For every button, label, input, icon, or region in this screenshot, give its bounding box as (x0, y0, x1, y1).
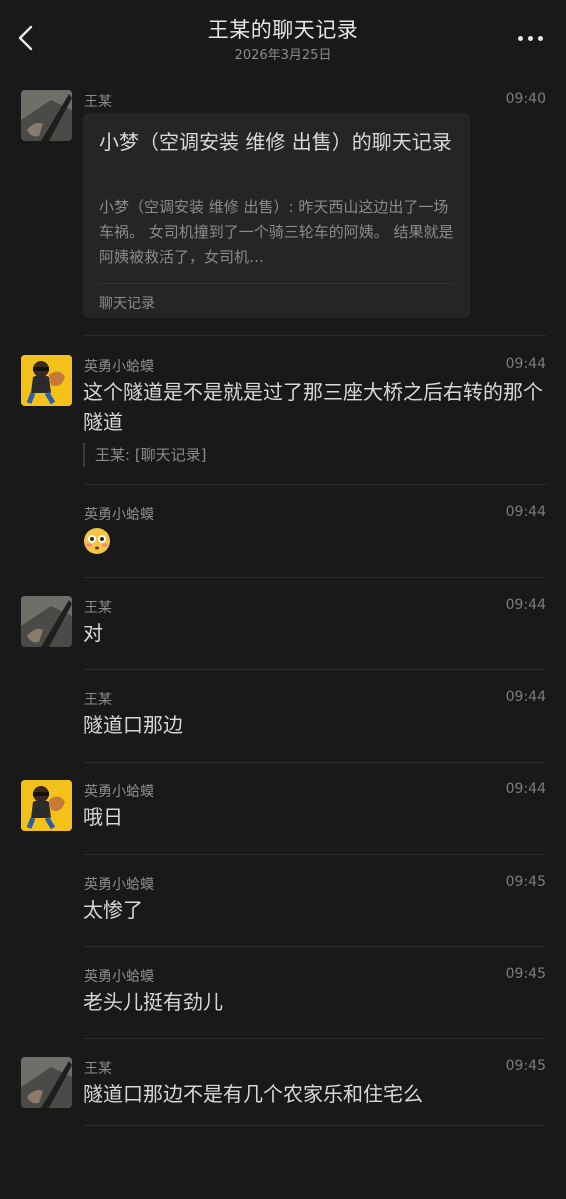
message-time: 09:44 (505, 689, 546, 705)
message-time: 09:45 (505, 966, 546, 982)
sender-name: 英勇小蛤蟆 (84, 507, 154, 523)
card-preview: 小梦（空调安装 维修 出售）: 昨天西山这边出了一场车祸。 女司机撞到了一个骑三… (99, 198, 454, 266)
message-divider (83, 669, 546, 670)
card-title: 小梦（空调安装 维修 出售）的聊天记录 (99, 130, 452, 154)
message-text: 老头儿挺有劲儿 (83, 990, 223, 1014)
card-divider (99, 283, 454, 284)
message-time: 09:40 (505, 91, 546, 107)
message-time: 09:44 (505, 356, 546, 372)
message-time: 09:45 (505, 1058, 546, 1074)
avatar-frog-image (21, 355, 72, 406)
chat-header: 王某的聊天记录 2026年3月25日 (0, 0, 566, 78)
quoted-message[interactable]: 王某: [聊天记录] (83, 443, 207, 467)
message-divider (83, 484, 546, 485)
sender-name: 英勇小蛤蟆 (84, 877, 154, 893)
flushed-face-icon (84, 528, 110, 554)
message-divider (83, 762, 546, 763)
message-time: 09:45 (505, 874, 546, 890)
sender-name: 王某 (84, 600, 112, 616)
avatar-wang-image (21, 596, 72, 647)
sender-name: 王某 (84, 1061, 112, 1077)
more-dot (528, 36, 533, 41)
message-text: 隧道口那边 (83, 713, 183, 737)
avatar-wang-image (21, 1057, 72, 1108)
message-text: 太惨了 (83, 898, 143, 922)
message-time: 09:44 (505, 597, 546, 613)
message-time: 09:44 (505, 504, 546, 520)
message-divider (83, 577, 546, 578)
avatar-wang[interactable] (21, 1057, 72, 1108)
message-time: 09:44 (505, 781, 546, 797)
more-button[interactable] (516, 30, 546, 46)
message-divider (83, 1125, 546, 1126)
more-dots-icon (518, 36, 523, 41)
avatar-frog-image (21, 780, 72, 831)
message-text: 哦日 (83, 805, 123, 829)
avatar-frog[interactable] (21, 355, 72, 406)
avatar-wang[interactable] (21, 596, 72, 647)
avatar-wang[interactable] (21, 90, 72, 141)
sender-name: 英勇小蛤蟆 (84, 969, 154, 985)
message-text: 隧道口那边不是有几个农家乐和住宅么 (83, 1082, 423, 1106)
message-divider (83, 335, 546, 336)
message-text: 对 (83, 621, 103, 645)
sender-name: 英勇小蛤蟆 (84, 359, 154, 375)
avatar-frog[interactable] (21, 780, 72, 831)
card-footer: 聊天记录 (99, 296, 155, 312)
avatar-wang-image (21, 90, 72, 141)
message-divider (83, 946, 546, 947)
message-text: 这个隧道是不是就是过了那三座大桥之后右转的那个隧道 (83, 380, 543, 434)
page-date: 2026年3月25日 (234, 48, 332, 63)
sender-name: 王某 (84, 692, 112, 708)
more-dot (538, 36, 543, 41)
message-divider (83, 854, 546, 855)
page-title: 王某的聊天记录 (207, 18, 359, 42)
message-divider (83, 1038, 546, 1039)
sender-name: 英勇小蛤蟆 (84, 784, 154, 800)
chat-record-card[interactable]: 小梦（空调安装 维修 出售）的聊天记录 小梦（空调安装 维修 出售）: 昨天西山… (83, 113, 470, 318)
sender-name: 王某 (84, 94, 112, 110)
